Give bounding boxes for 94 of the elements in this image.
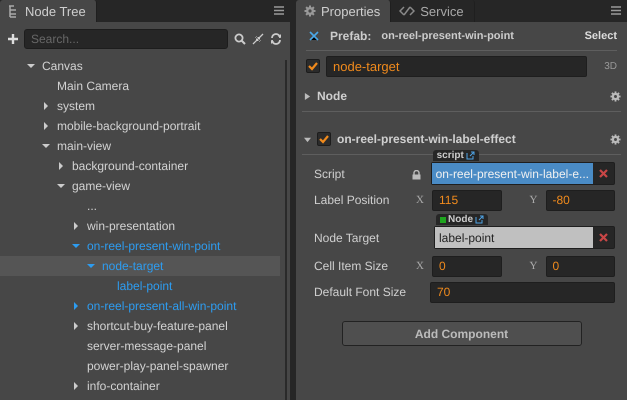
panel-tab[interactable]: Properties bbox=[296, 0, 392, 22]
property-label: Cell Item Size bbox=[314, 259, 390, 273]
component-checkbox[interactable] bbox=[317, 132, 331, 146]
search-field[interactable]: Search... bbox=[24, 29, 228, 49]
external-link-icon[interactable] bbox=[466, 151, 475, 160]
expanded-arrow-icon[interactable] bbox=[304, 136, 311, 142]
property-label: Node Target bbox=[314, 230, 380, 247]
collapsed-arrow-icon[interactable] bbox=[57, 162, 65, 170]
add-component-button[interactable]: Add Component bbox=[342, 321, 582, 346]
expanded-arrow-icon[interactable] bbox=[27, 62, 35, 70]
node-label: power-play-panel-spawner bbox=[87, 359, 228, 373]
node-label: on-reel-present-win-point bbox=[87, 239, 220, 253]
tree-row[interactable]: mobile-background-portrait bbox=[0, 116, 280, 136]
type-label: script bbox=[436, 150, 464, 161]
node-label: info-container bbox=[87, 379, 160, 393]
node-label: main-view bbox=[57, 139, 112, 153]
node-label: game-view bbox=[72, 179, 130, 193]
tree-row[interactable]: info-container bbox=[0, 376, 280, 396]
collapsed-arrow-icon[interactable] bbox=[304, 92, 311, 100]
property-label: Script bbox=[314, 166, 346, 183]
tree-row[interactable]: shortcut-buy-feature-panel bbox=[0, 316, 280, 336]
section-title[interactable]: Node bbox=[317, 89, 604, 103]
prefab-name: on-reel-present-win-point bbox=[381, 30, 515, 42]
search-icon[interactable] bbox=[234, 33, 246, 45]
tree-row[interactable]: background-container bbox=[0, 156, 280, 176]
number-field[interactable]: 0 bbox=[432, 256, 502, 276]
prefab-icon bbox=[308, 30, 320, 42]
section-title[interactable]: on-reel-present-win-label-effect bbox=[337, 132, 604, 146]
number-field[interactable]: -80 bbox=[546, 190, 615, 210]
panel-tab[interactable]: Node Tree bbox=[0, 0, 97, 22]
axis-label: X bbox=[415, 194, 425, 206]
tree-row[interactable]: main-view bbox=[0, 136, 280, 156]
tree-row[interactable]: Main Camera bbox=[0, 76, 280, 96]
node-label: Main Camera bbox=[57, 79, 130, 93]
menu-icon[interactable] bbox=[274, 6, 284, 15]
node-label: shortcut-buy-feature-panel bbox=[87, 319, 228, 333]
tree-row[interactable]: Canvas bbox=[0, 56, 280, 76]
number-field[interactable]: 115 bbox=[432, 190, 502, 210]
collapsed-arrow-icon[interactable] bbox=[72, 302, 80, 310]
collapsed-arrow-icon[interactable] bbox=[72, 222, 80, 230]
axis-label: Y bbox=[528, 194, 538, 206]
script-field[interactable]: on-reel-present-win-label-e... bbox=[430, 162, 615, 185]
collapsed-arrow-icon[interactable] bbox=[42, 122, 50, 130]
gear-icon bbox=[304, 5, 316, 17]
property-label: Label Position bbox=[314, 193, 390, 207]
menu-icon[interactable] bbox=[611, 6, 621, 15]
active-checkbox[interactable] bbox=[306, 59, 320, 73]
expanded-arrow-icon[interactable] bbox=[57, 182, 65, 190]
expanded-arrow-icon[interactable] bbox=[72, 242, 80, 250]
tree-row[interactable]: server-message-panel bbox=[0, 336, 280, 356]
node-square-icon bbox=[440, 216, 446, 222]
axis-label: X bbox=[415, 260, 425, 272]
refresh-icon[interactable] bbox=[270, 33, 282, 45]
clear-icon bbox=[599, 169, 608, 178]
collapsed-arrow-icon[interactable] bbox=[72, 382, 80, 390]
axis-label: Y bbox=[528, 260, 538, 272]
node-label: Canvas bbox=[42, 59, 83, 73]
tree-row[interactable]: label-point bbox=[0, 276, 280, 296]
type-label: Node bbox=[448, 214, 473, 225]
tree-row[interactable]: on-reel-present-win-point bbox=[0, 236, 280, 256]
tree-row[interactable]: game-view bbox=[0, 176, 280, 196]
node-label: system bbox=[57, 99, 96, 113]
expanded-arrow-icon[interactable] bbox=[42, 142, 50, 150]
link-icon bbox=[399, 6, 416, 16]
node-field[interactable]: label-point bbox=[434, 226, 615, 249]
tree-row[interactable]: power-play-panel-spawner bbox=[0, 356, 280, 376]
node-label: ... bbox=[87, 199, 98, 213]
mode-label: 3D bbox=[603, 60, 617, 72]
settings-icon[interactable] bbox=[610, 134, 621, 144]
collapsed-arrow-icon[interactable] bbox=[72, 322, 80, 330]
node-label: background-container bbox=[72, 159, 188, 173]
node-label: win-presentation bbox=[87, 219, 176, 233]
expanded-arrow-icon[interactable] bbox=[87, 262, 95, 270]
node-name-field[interactable]: node-target bbox=[326, 56, 587, 76]
node-label: mobile-background-portrait bbox=[57, 119, 200, 133]
property-label: Default Font Size bbox=[314, 285, 408, 299]
number-field[interactable]: 0 bbox=[546, 256, 615, 276]
collapse-icon[interactable] bbox=[252, 33, 264, 45]
tree-row[interactable]: win-presentation bbox=[0, 216, 280, 236]
number-field[interactable]: 70 bbox=[430, 282, 615, 302]
settings-icon[interactable] bbox=[610, 90, 621, 102]
node-label: node-target bbox=[102, 259, 164, 273]
node-label: on-reel-present-all-win-point bbox=[87, 299, 236, 313]
external-link-icon[interactable] bbox=[475, 215, 484, 224]
tree-row[interactable]: system bbox=[0, 96, 280, 116]
collapsed-arrow-icon[interactable] bbox=[42, 102, 50, 110]
prefab-label: Prefab: bbox=[330, 29, 372, 43]
add-icon[interactable] bbox=[8, 34, 18, 44]
tree-row[interactable]: on-reel-present-all-win-point bbox=[0, 296, 280, 316]
tree-row[interactable]: ... bbox=[0, 196, 280, 216]
select-button[interactable]: Select bbox=[584, 30, 617, 42]
node-label: server-message-panel bbox=[87, 339, 206, 353]
clear-icon bbox=[599, 233, 608, 242]
node-label: label-point bbox=[117, 279, 172, 293]
